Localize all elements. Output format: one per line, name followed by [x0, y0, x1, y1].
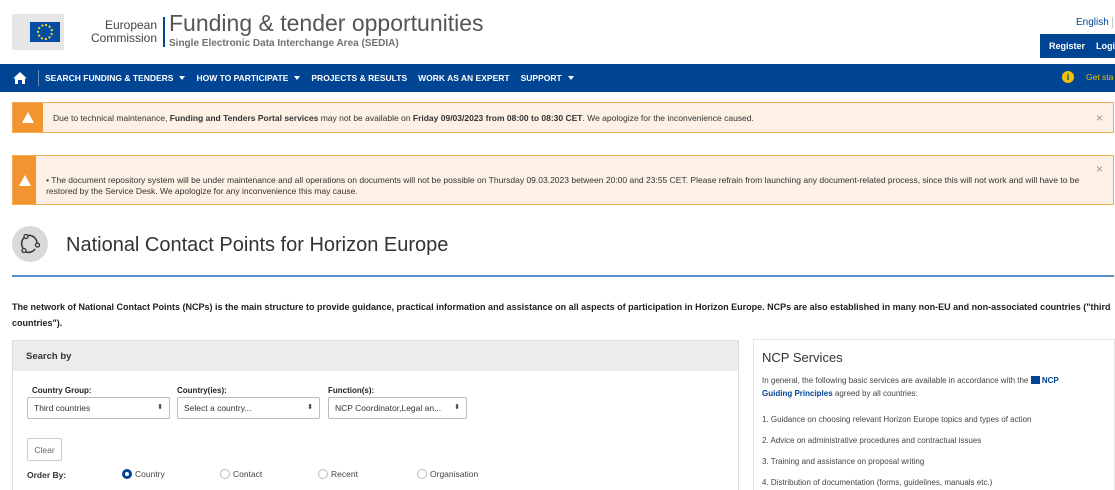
service-item: 3. Training and assistance on proposal w…	[762, 457, 925, 466]
services-intro: In general, the following basic services…	[762, 376, 1059, 398]
maintenance-alert: Due to technical maintenance, Funding an…	[12, 102, 1114, 133]
language-divider	[1112, 17, 1113, 28]
document-icon	[1030, 376, 1040, 384]
alert-message: Due to technical maintenance, Funding an…	[53, 113, 754, 123]
ec-logo-line2: Commission	[91, 31, 158, 45]
logo-divider	[163, 17, 166, 47]
close-icon[interactable]: ×	[1096, 111, 1103, 125]
warning-icon	[13, 103, 43, 132]
close-icon[interactable]: ×	[1096, 162, 1103, 176]
page-title: National Contact Points for Horizon Euro…	[66, 234, 449, 256]
repository-alert: • The document repository system will be…	[12, 155, 1114, 205]
service-item: 4. Distribution of documentation (forms,…	[762, 478, 993, 487]
nav-how-to-participate[interactable]: HOW TO PARTICIPATE	[196, 73, 301, 83]
order-by-contact-radio[interactable]: Contact	[220, 469, 262, 479]
login-button[interactable]: Logi	[1090, 34, 1115, 58]
clear-button[interactable]: Clear	[27, 438, 62, 461]
functions-select[interactable]: NCP Coordinator,Legal an... ⬍	[328, 397, 467, 419]
info-icon: i	[1062, 71, 1074, 83]
title-underline	[12, 275, 1114, 277]
nav-work-as-expert[interactable]: WORK AS AN EXPERT	[418, 73, 509, 83]
order-by-country-radio[interactable]: Country	[122, 469, 165, 479]
intro-paragraph: The network of National Contact Points (…	[12, 302, 1111, 328]
eu-flag-icon	[12, 14, 64, 50]
country-group-label: Country Group:	[32, 386, 92, 395]
service-item: 2. Advice on administrative procedures a…	[762, 436, 982, 445]
radio-icon	[318, 469, 328, 479]
radio-icon	[417, 469, 427, 479]
select-arrows-icon: ⬍	[157, 404, 163, 411]
home-icon[interactable]	[12, 71, 30, 85]
services-title: NCP Services	[762, 350, 843, 365]
nav-support[interactable]: SUPPORT	[521, 73, 574, 83]
nav-projects-results[interactable]: PROJECTS & RESULTS	[311, 73, 407, 83]
countries-label: Country(ies):	[177, 386, 227, 395]
site-header: European Commission Funding & tender opp…	[0, 0, 1115, 61]
network-icon	[12, 226, 48, 262]
ncp-services-panel: NCP Services In general, the following b…	[753, 339, 1115, 490]
functions-label: Function(s):	[328, 386, 375, 395]
search-panel: Search by Country Group: Third countries…	[12, 340, 739, 490]
chevron-down-icon	[179, 76, 186, 80]
site-subtitle: Single Electronic Data Interchange Area …	[169, 38, 399, 49]
country-group-select[interactable]: Third countries ⬍	[27, 397, 170, 419]
nav-search-funding[interactable]: SEARCH FUNDING & TENDERS	[45, 73, 186, 83]
radio-selected-icon	[122, 469, 132, 479]
register-button[interactable]: Register	[1040, 34, 1095, 58]
search-heading: Search by	[13, 341, 738, 371]
warning-icon	[13, 156, 37, 204]
get-started-link[interactable]: i Get sta	[1062, 71, 1113, 83]
main-navigation: SEARCH FUNDING & TENDERS HOW TO PARTICIP…	[0, 64, 1115, 92]
site-title[interactable]: Funding & tender opportunities	[169, 10, 484, 36]
order-by-label: Order By:	[27, 470, 67, 480]
service-item: 1. Guidance on choosing relevant Horizon…	[762, 415, 1032, 424]
chevron-down-icon	[567, 76, 574, 80]
order-by-organisation-radio[interactable]: Organisation	[417, 469, 478, 479]
nav-divider	[38, 70, 39, 86]
countries-select[interactable]: Select a country... ⬍	[177, 397, 320, 419]
radio-icon	[220, 469, 230, 479]
select-arrows-icon: ⬍	[454, 404, 460, 411]
european-commission-logo[interactable]: European Commission	[12, 14, 166, 50]
select-arrows-icon: ⬍	[307, 404, 313, 411]
alert-message: • The document repository system will be…	[46, 175, 1080, 196]
order-by-recent-radio[interactable]: Recent	[318, 469, 358, 479]
language-selector[interactable]: English	[1076, 17, 1109, 28]
chevron-down-icon	[294, 76, 301, 80]
